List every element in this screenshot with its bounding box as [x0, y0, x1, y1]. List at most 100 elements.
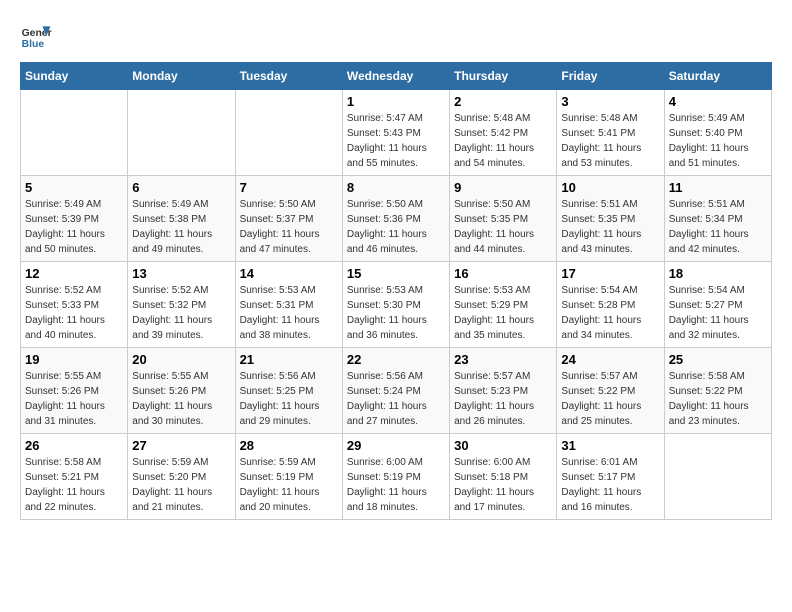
day-info: Sunrise: 5:53 AM Sunset: 5:29 PM Dayligh… [454, 283, 552, 343]
day-info: Sunrise: 5:47 AM Sunset: 5:43 PM Dayligh… [347, 111, 445, 171]
calendar-cell: 13 Sunrise: 5:52 AM Sunset: 5:32 PM Dayli… [128, 262, 235, 348]
calendar-cell: 6 Sunrise: 5:49 AM Sunset: 5:38 PM Daylig… [128, 176, 235, 262]
day-info: Sunrise: 5:55 AM Sunset: 5:26 PM Dayligh… [25, 369, 123, 429]
calendar-cell: 29Sunrise: 6:00 AM Sunset: 5:19 PM Dayli… [342, 434, 449, 520]
day-number: 13 [132, 266, 230, 281]
day-info: Sunrise: 6:01 AM Sunset: 5:17 PM Dayligh… [561, 455, 659, 515]
day-number: 4 [669, 94, 767, 109]
calendar-cell: 8 Sunrise: 5:50 AM Sunset: 5:36 PM Daylig… [342, 176, 449, 262]
calendar-cell: 9 Sunrise: 5:50 AM Sunset: 5:35 PM Daylig… [450, 176, 557, 262]
calendar-cell: 11 Sunrise: 5:51 AM Sunset: 5:34 PM Dayli… [664, 176, 771, 262]
day-number: 24 [561, 352, 659, 367]
calendar-week-row: 26 Sunrise: 5:58 AM Sunset: 5:21 PM Dayli… [21, 434, 772, 520]
day-number: 22 [347, 352, 445, 367]
day-info: Sunrise: 6:00 AM Sunset: 5:18 PM Dayligh… [454, 455, 552, 515]
day-number: 7 [240, 180, 338, 195]
calendar-cell: 31 Sunrise: 6:01 AM Sunset: 5:17 PM Dayli… [557, 434, 664, 520]
day-info: Sunrise: 5:57 AM Sunset: 5:22 PM Dayligh… [561, 369, 659, 429]
weekday-header-cell: Monday [128, 63, 235, 90]
day-number: 6 [132, 180, 230, 195]
day-info: Sunrise: 5:54 AM Sunset: 5:28 PM Dayligh… [561, 283, 659, 343]
day-number: 5 [25, 180, 123, 195]
calendar-cell: 12 Sunrise: 5:52 AM Sunset: 5:33 PM Dayli… [21, 262, 128, 348]
day-number: 31 [561, 438, 659, 453]
weekday-header-cell: Tuesday [235, 63, 342, 90]
day-number: 25 [669, 352, 767, 367]
weekday-header-cell: Wednesday [342, 63, 449, 90]
logo-icon: General Blue [20, 20, 52, 52]
day-number: 3 [561, 94, 659, 109]
day-info: Sunrise: 5:55 AM Sunset: 5:26 PM Dayligh… [132, 369, 230, 429]
calendar-body: 1Sunrise: 5:47 AM Sunset: 5:43 PM Daylig… [21, 90, 772, 520]
calendar-cell: 7Sunrise: 5:50 AM Sunset: 5:37 PM Daylig… [235, 176, 342, 262]
day-number: 8 [347, 180, 445, 195]
day-number: 27 [132, 438, 230, 453]
calendar-cell: 25 Sunrise: 5:58 AM Sunset: 5:22 PM Dayli… [664, 348, 771, 434]
calendar-cell [128, 90, 235, 176]
day-number: 18 [669, 266, 767, 281]
calendar-cell: 5 Sunrise: 5:49 AM Sunset: 5:39 PM Daylig… [21, 176, 128, 262]
calendar-week-row: 12 Sunrise: 5:52 AM Sunset: 5:33 PM Dayli… [21, 262, 772, 348]
calendar-cell: 26 Sunrise: 5:58 AM Sunset: 5:21 PM Dayli… [21, 434, 128, 520]
weekday-header-cell: Saturday [664, 63, 771, 90]
weekday-header-row: SundayMondayTuesdayWednesdayThursdayFrid… [21, 63, 772, 90]
day-info: Sunrise: 5:50 AM Sunset: 5:35 PM Dayligh… [454, 197, 552, 257]
page-header: General Blue [20, 20, 772, 52]
day-info: Sunrise: 5:51 AM Sunset: 5:34 PM Dayligh… [669, 197, 767, 257]
day-number: 16 [454, 266, 552, 281]
day-info: Sunrise: 5:59 AM Sunset: 5:19 PM Dayligh… [240, 455, 338, 515]
day-info: Sunrise: 5:49 AM Sunset: 5:38 PM Dayligh… [132, 197, 230, 257]
calendar-table: SundayMondayTuesdayWednesdayThursdayFrid… [20, 62, 772, 520]
logo: General Blue [20, 20, 52, 52]
day-info: Sunrise: 5:51 AM Sunset: 5:35 PM Dayligh… [561, 197, 659, 257]
day-number: 21 [240, 352, 338, 367]
calendar-cell: 15 Sunrise: 5:53 AM Sunset: 5:30 PM Dayli… [342, 262, 449, 348]
day-info: Sunrise: 5:53 AM Sunset: 5:30 PM Dayligh… [347, 283, 445, 343]
day-number: 10 [561, 180, 659, 195]
calendar-cell [664, 434, 771, 520]
day-number: 23 [454, 352, 552, 367]
day-number: 12 [25, 266, 123, 281]
day-number: 11 [669, 180, 767, 195]
calendar-cell: 21Sunrise: 5:56 AM Sunset: 5:25 PM Dayli… [235, 348, 342, 434]
day-number: 14 [240, 266, 338, 281]
day-number: 17 [561, 266, 659, 281]
day-info: Sunrise: 5:50 AM Sunset: 5:36 PM Dayligh… [347, 197, 445, 257]
calendar-week-row: 5 Sunrise: 5:49 AM Sunset: 5:39 PM Daylig… [21, 176, 772, 262]
day-info: Sunrise: 5:49 AM Sunset: 5:39 PM Dayligh… [25, 197, 123, 257]
day-info: Sunrise: 5:59 AM Sunset: 5:20 PM Dayligh… [132, 455, 230, 515]
calendar-cell: 1Sunrise: 5:47 AM Sunset: 5:43 PM Daylig… [342, 90, 449, 176]
day-number: 30 [454, 438, 552, 453]
day-number: 15 [347, 266, 445, 281]
calendar-cell: 19 Sunrise: 5:55 AM Sunset: 5:26 PM Dayli… [21, 348, 128, 434]
weekday-header-cell: Thursday [450, 63, 557, 90]
calendar-cell [21, 90, 128, 176]
calendar-cell: 27 Sunrise: 5:59 AM Sunset: 5:20 PM Dayli… [128, 434, 235, 520]
calendar-cell: 28Sunrise: 5:59 AM Sunset: 5:19 PM Dayli… [235, 434, 342, 520]
day-info: Sunrise: 5:57 AM Sunset: 5:23 PM Dayligh… [454, 369, 552, 429]
day-number: 2 [454, 94, 552, 109]
day-info: Sunrise: 5:52 AM Sunset: 5:32 PM Dayligh… [132, 283, 230, 343]
calendar-cell: 22 Sunrise: 5:56 AM Sunset: 5:24 PM Dayli… [342, 348, 449, 434]
calendar-cell: 18 Sunrise: 5:54 AM Sunset: 5:27 PM Dayli… [664, 262, 771, 348]
calendar-cell: 20 Sunrise: 5:55 AM Sunset: 5:26 PM Dayli… [128, 348, 235, 434]
calendar-cell: 14Sunrise: 5:53 AM Sunset: 5:31 PM Dayli… [235, 262, 342, 348]
calendar-cell: 23 Sunrise: 5:57 AM Sunset: 5:23 PM Dayli… [450, 348, 557, 434]
day-number: 19 [25, 352, 123, 367]
day-number: 20 [132, 352, 230, 367]
weekday-header-cell: Sunday [21, 63, 128, 90]
day-info: Sunrise: 5:58 AM Sunset: 5:21 PM Dayligh… [25, 455, 123, 515]
day-number: 26 [25, 438, 123, 453]
day-info: Sunrise: 5:48 AM Sunset: 5:41 PM Dayligh… [561, 111, 659, 171]
day-info: Sunrise: 5:52 AM Sunset: 5:33 PM Dayligh… [25, 283, 123, 343]
calendar-cell: 24 Sunrise: 5:57 AM Sunset: 5:22 PM Dayli… [557, 348, 664, 434]
calendar-cell: 16 Sunrise: 5:53 AM Sunset: 5:29 PM Dayli… [450, 262, 557, 348]
calendar-week-row: 1Sunrise: 5:47 AM Sunset: 5:43 PM Daylig… [21, 90, 772, 176]
day-info: Sunrise: 5:56 AM Sunset: 5:24 PM Dayligh… [347, 369, 445, 429]
calendar-week-row: 19 Sunrise: 5:55 AM Sunset: 5:26 PM Dayli… [21, 348, 772, 434]
day-info: Sunrise: 5:58 AM Sunset: 5:22 PM Dayligh… [669, 369, 767, 429]
calendar-cell [235, 90, 342, 176]
calendar-cell: 4Sunrise: 5:49 AM Sunset: 5:40 PM Daylig… [664, 90, 771, 176]
day-number: 9 [454, 180, 552, 195]
day-info: Sunrise: 5:54 AM Sunset: 5:27 PM Dayligh… [669, 283, 767, 343]
